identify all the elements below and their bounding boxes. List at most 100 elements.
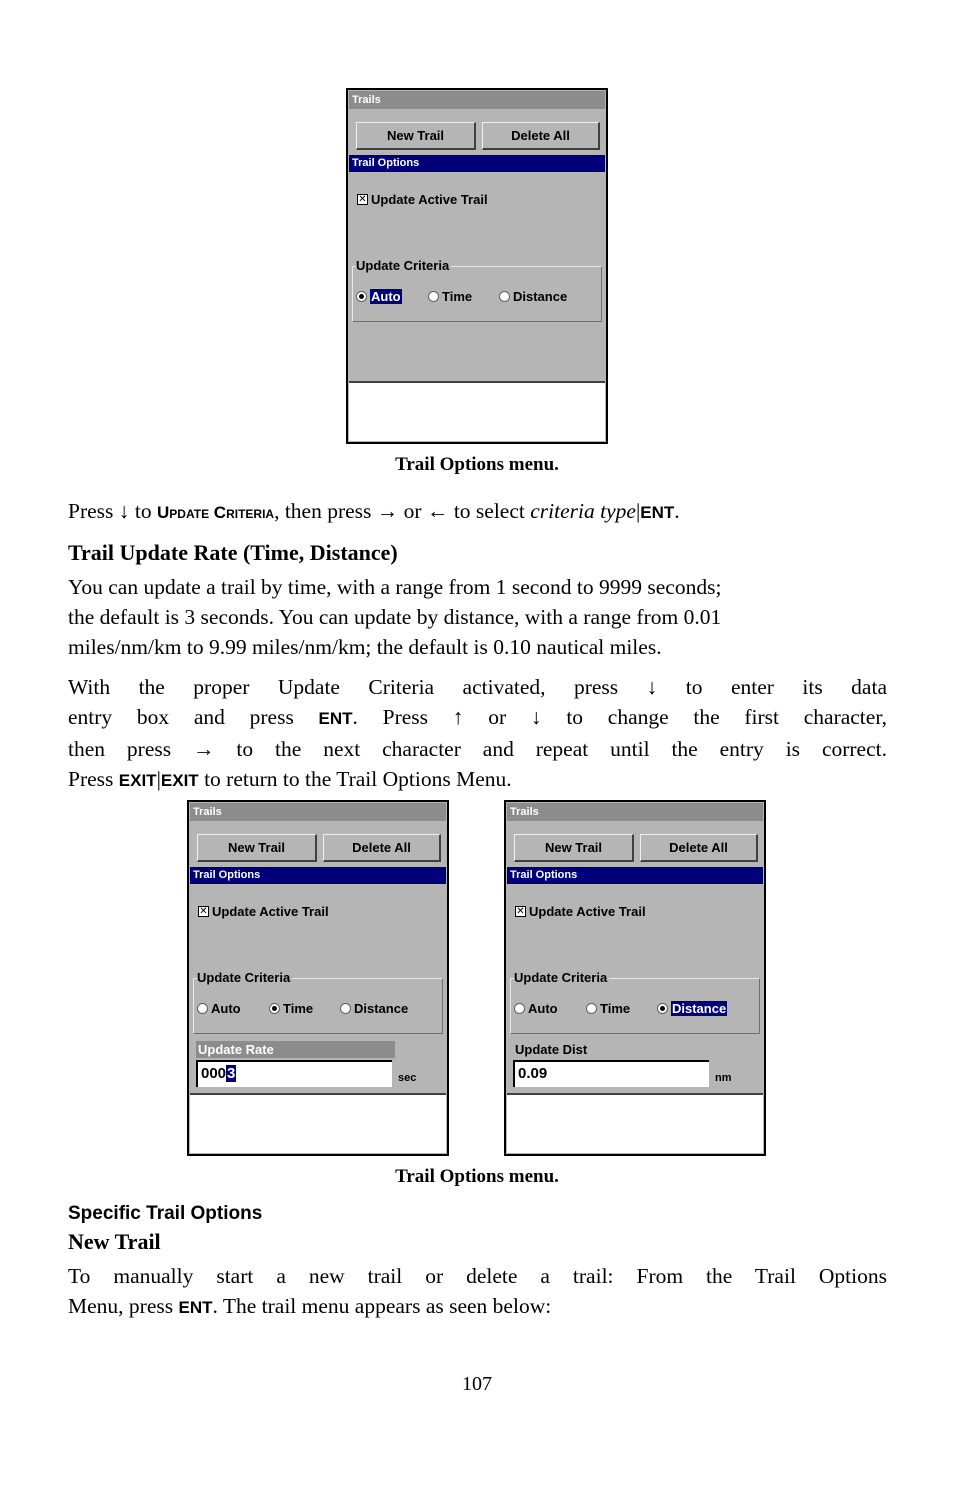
key-ent: ENT <box>640 503 675 522</box>
radio-unselected-icon <box>514 1003 525 1014</box>
radio-label: Auto <box>370 289 402 304</box>
radio-distance[interactable]: Distance <box>657 1001 728 1016</box>
text: to return to the Trail Options Menu. <box>198 767 512 791</box>
radio-time[interactable]: Time <box>428 289 472 304</box>
radio-unselected-icon <box>499 291 510 302</box>
radio-time[interactable]: Time <box>586 1001 630 1016</box>
update-active-trail-checkbox[interactable]: ✕ Update Active Trail <box>515 904 646 919</box>
paragraph-line: Menu, press ENT. The trail menu appears … <box>68 1291 887 1323</box>
radio-unselected-icon <box>428 291 439 302</box>
figure-caption: Trail Options menu. <box>395 454 559 475</box>
update-criteria-label: Update Criteria <box>356 258 452 273</box>
unit-label: nm <box>715 1072 732 1084</box>
text: . Press ↑ or ↓ to change the first chara… <box>352 705 887 729</box>
radio-unselected-icon <box>197 1003 208 1014</box>
text: to select <box>448 499 531 523</box>
text: . <box>674 499 680 523</box>
radio-auto[interactable]: Auto <box>514 1001 558 1016</box>
checkbox-checked-icon[interactable]: ✕ <box>198 906 209 917</box>
update-dist-label: Update Dist <box>515 1042 588 1057</box>
radio-label: Time <box>600 1001 631 1016</box>
delete-all-button[interactable]: Delete All <box>482 122 600 150</box>
radio-label: Distance <box>671 1001 728 1016</box>
update-criteria-label: Update Criteria <box>197 970 293 985</box>
input-cursor-char: 3 <box>226 1065 237 1082</box>
left-arrow-icon: ← <box>426 499 449 523</box>
screen-footer-area <box>507 1093 763 1153</box>
new-trail-button[interactable]: New Trail <box>197 834 317 862</box>
trail-options-header: Trail Options <box>349 155 605 172</box>
paragraph-line: miles/nm/km to 9.99 miles/nm/km; the def… <box>68 635 662 659</box>
radio-selected-icon <box>269 1003 280 1014</box>
update-active-trail-checkbox[interactable]: ✕ Update Active Trail <box>357 192 488 207</box>
text: , then press <box>274 499 377 523</box>
checkbox-checked-icon[interactable]: ✕ <box>357 194 368 205</box>
paragraph-line: With the proper Update Criteria activate… <box>68 675 887 699</box>
new-trail-paragraph: To manually start a new trail or delete … <box>68 1261 887 1323</box>
trail-options-screen-time: Trails New Trail Delete All Trail Option… <box>187 800 449 1156</box>
radio-label: Time <box>442 289 473 304</box>
new-trail-button[interactable]: New Trail <box>356 122 476 150</box>
radio-unselected-icon <box>586 1003 597 1014</box>
text: to <box>129 499 158 523</box>
checkbox-label: Update Active Trail <box>529 904 646 919</box>
radio-auto[interactable]: Auto <box>356 289 402 304</box>
screen-title: Trails <box>507 803 763 821</box>
paragraph-line: the default is 3 seconds. You can update… <box>68 605 722 629</box>
radio-auto[interactable]: Auto <box>197 1001 241 1016</box>
checkbox-label: Update Active Trail <box>212 904 329 919</box>
right-arrow-icon: → <box>376 499 399 523</box>
radio-distance[interactable]: Distance <box>499 289 567 304</box>
radio-distance[interactable]: Distance <box>340 1001 408 1016</box>
update-rate-label: Update Rate <box>196 1041 395 1058</box>
update-criteria-group: Update Criteria Auto Time Distance <box>193 970 443 1034</box>
figure-caption: Trail Options menu. <box>395 1166 559 1187</box>
down-arrow-icon: ↓ <box>118 499 130 523</box>
update-active-trail-checkbox[interactable]: ✕ Update Active Trail <box>198 904 329 919</box>
instruction-paragraph: Press ↓ to Update Criteria, then press →… <box>68 496 887 528</box>
radio-label: Time <box>283 1001 314 1016</box>
new-trail-button[interactable]: New Trail <box>514 834 634 862</box>
paragraph-line: Press EXIT|EXIT to return to the Trail O… <box>68 764 887 796</box>
unit-label: sec <box>398 1072 417 1084</box>
trail-options-screen-auto: Trails New Trail Delete All Trail Option… <box>346 88 608 444</box>
checkbox-checked-icon[interactable]: ✕ <box>515 906 526 917</box>
trail-options-header: Trail Options <box>507 867 763 884</box>
update-rate-input[interactable]: 0003 <box>196 1060 392 1087</box>
section-heading: New Trail <box>68 1229 161 1254</box>
text: . The trail menu appears as seen below: <box>212 1294 552 1318</box>
paragraph-line: then press → to the next character and r… <box>68 737 887 761</box>
checkbox-label: Update Active Trail <box>371 192 488 207</box>
key-ent: ENT <box>178 1298 213 1317</box>
update-dist-input[interactable]: 0.09 <box>513 1060 709 1087</box>
radio-selected-icon <box>356 291 367 302</box>
text: or <box>398 499 427 523</box>
page-number: 107 <box>462 1373 492 1395</box>
text: Press <box>68 499 119 523</box>
input-value: 000 <box>201 1065 227 1082</box>
paragraph-line: You can update a trail by time, with a r… <box>68 575 722 599</box>
update-criteria-label: Update Criteria <box>514 970 610 985</box>
radio-time[interactable]: Time <box>269 1001 313 1016</box>
screen-footer-area <box>349 381 605 441</box>
radio-label: Auto <box>528 1001 558 1016</box>
radio-label: Distance <box>513 289 568 304</box>
radio-unselected-icon <box>340 1003 351 1014</box>
rate-paragraph: You can update a trail by time, with a r… <box>68 572 887 662</box>
trail-options-header: Trail Options <box>190 867 446 884</box>
key-exit: EXIT <box>160 771 199 790</box>
radio-label: Distance <box>354 1001 409 1016</box>
text: entry box and press <box>68 705 319 729</box>
delete-all-button[interactable]: Delete All <box>323 834 441 862</box>
entry-paragraph: With the proper Update Criteria activate… <box>68 672 887 796</box>
key-exit: EXIT <box>118 771 157 790</box>
paragraph-line: entry box and press ENT. Press ↑ or ↓ to… <box>68 702 887 734</box>
text: Press <box>68 767 119 791</box>
delete-all-button[interactable]: Delete All <box>640 834 758 862</box>
subsection-heading: Specific Trail Options <box>68 1203 263 1224</box>
update-criteria-group: Update Criteria Auto Time Distance <box>510 970 760 1034</box>
trail-options-screen-distance: Trails New Trail Delete All Trail Option… <box>504 800 766 1156</box>
radio-selected-icon <box>657 1003 668 1014</box>
screen-footer-area <box>190 1093 446 1153</box>
screen-title: Trails <box>349 91 605 109</box>
